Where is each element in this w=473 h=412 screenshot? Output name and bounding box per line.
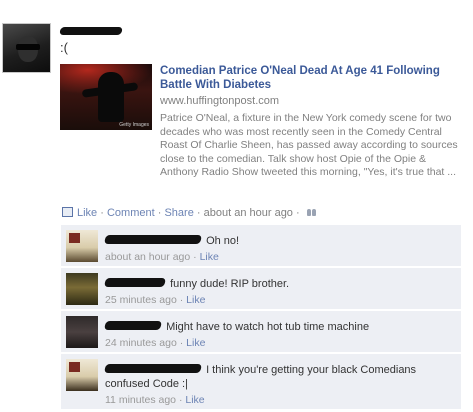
- comment-item: funny dude! RIP brother. 25 minutes ago …: [61, 268, 461, 310]
- commenter-avatar-icon[interactable]: [66, 359, 98, 391]
- commenter-avatar-icon[interactable]: [66, 230, 98, 262]
- post-action-bar: Like · Comment · Share · about an hour a…: [62, 207, 317, 219]
- friends-audience-icon: [306, 208, 317, 217]
- comment-link[interactable]: Comment: [107, 207, 155, 219]
- commenter-name-redacted[interactable]: [104, 235, 202, 244]
- comment-timestamp[interactable]: 24 minutes ago: [105, 337, 177, 349]
- thumbnail-credit: Getty Images: [119, 122, 149, 128]
- like-thumb-icon: [62, 207, 73, 217]
- link-description: Patrice O'Neal, a fixture in the New Yor…: [160, 112, 458, 178]
- comment-timestamp[interactable]: 25 minutes ago: [105, 294, 177, 306]
- commenter-avatar-icon[interactable]: [66, 273, 98, 305]
- comment-like-link[interactable]: Like: [186, 337, 205, 349]
- article-thumbnail-image[interactable]: Getty Images: [60, 64, 152, 130]
- comment-item: Oh no! about an hour ago · Like: [61, 225, 461, 267]
- comment-like-link[interactable]: Like: [185, 394, 204, 406]
- author-name-redacted[interactable]: [59, 27, 123, 35]
- like-link[interactable]: Like: [77, 207, 97, 219]
- post-timestamp[interactable]: about an hour ago: [204, 207, 293, 219]
- share-link[interactable]: Share: [164, 207, 193, 219]
- comment-like-link[interactable]: Like: [186, 294, 205, 306]
- commenter-avatar-icon[interactable]: [66, 316, 98, 348]
- author-avatar[interactable]: [2, 23, 51, 73]
- commenter-name-redacted[interactable]: [104, 278, 166, 287]
- comment-text: funny dude! RIP brother.: [170, 278, 290, 290]
- comment-like-link[interactable]: Like: [200, 251, 219, 263]
- status-message: :(: [60, 40, 68, 55]
- link-url: www.huffingtonpost.com: [160, 95, 280, 107]
- comment-item: Might have to watch hot tub time machine…: [61, 311, 461, 353]
- comment-item: I think you're getting your black Comedi…: [61, 354, 461, 410]
- commenter-name-redacted[interactable]: [104, 321, 162, 330]
- comment-timestamp[interactable]: 11 minutes ago: [105, 394, 176, 406]
- link-title[interactable]: Comedian Patrice O'Neal Dead At Age 41 F…: [160, 64, 460, 92]
- commenter-name-redacted[interactable]: [104, 364, 202, 373]
- comments-list: Oh no! about an hour ago · Like funny du…: [61, 225, 461, 410]
- comment-text: Oh no!: [206, 235, 240, 247]
- comment-timestamp[interactable]: about an hour ago: [105, 251, 190, 263]
- comment-text: Might have to watch hot tub time machine: [166, 321, 370, 333]
